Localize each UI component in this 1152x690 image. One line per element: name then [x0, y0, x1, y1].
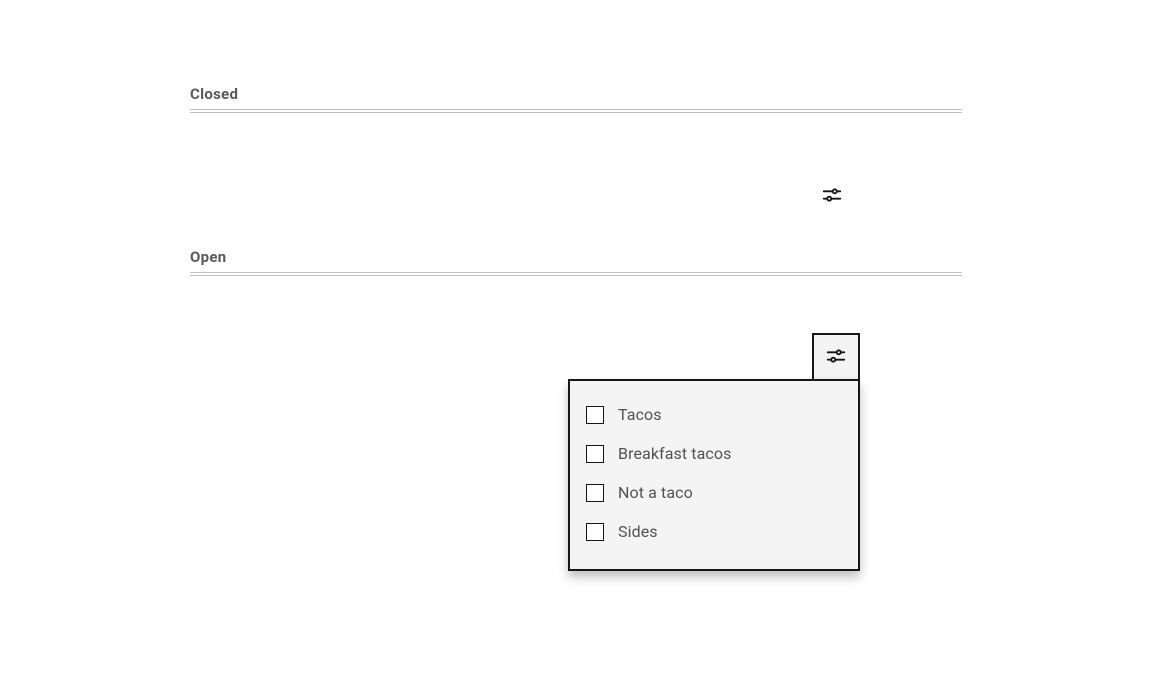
closed-section: Closed [190, 85, 962, 113]
filter-option-label: Breakfast tacos [618, 444, 731, 463]
section-divider [190, 109, 962, 113]
filter-sliders-icon [825, 345, 847, 371]
filter-sliders-icon [821, 184, 843, 209]
filter-popover-body: Tacos Breakfast tacos Not a taco Sides [568, 379, 860, 571]
filter-option[interactable]: Breakfast tacos [586, 434, 842, 473]
filter-option-label: Not a taco [618, 483, 693, 502]
checkbox-icon[interactable] [586, 484, 604, 502]
closed-section-label: Closed [190, 85, 962, 103]
checkbox-icon[interactable] [586, 445, 604, 463]
checkbox-icon[interactable] [586, 406, 604, 424]
filter-option-label: Sides [618, 522, 658, 541]
checkbox-icon[interactable] [586, 523, 604, 541]
open-section: Open [190, 248, 962, 276]
filter-option-label: Tacos [618, 405, 662, 424]
filter-popover: Tacos Breakfast tacos Not a taco Sides [568, 333, 860, 571]
filter-option[interactable]: Not a taco [586, 473, 842, 512]
section-divider [190, 272, 962, 276]
filter-button-open[interactable] [812, 333, 860, 381]
filter-button-closed[interactable] [814, 178, 850, 214]
filter-option[interactable]: Tacos [586, 395, 842, 434]
open-section-label: Open [190, 248, 962, 266]
filter-option[interactable]: Sides [586, 512, 842, 551]
